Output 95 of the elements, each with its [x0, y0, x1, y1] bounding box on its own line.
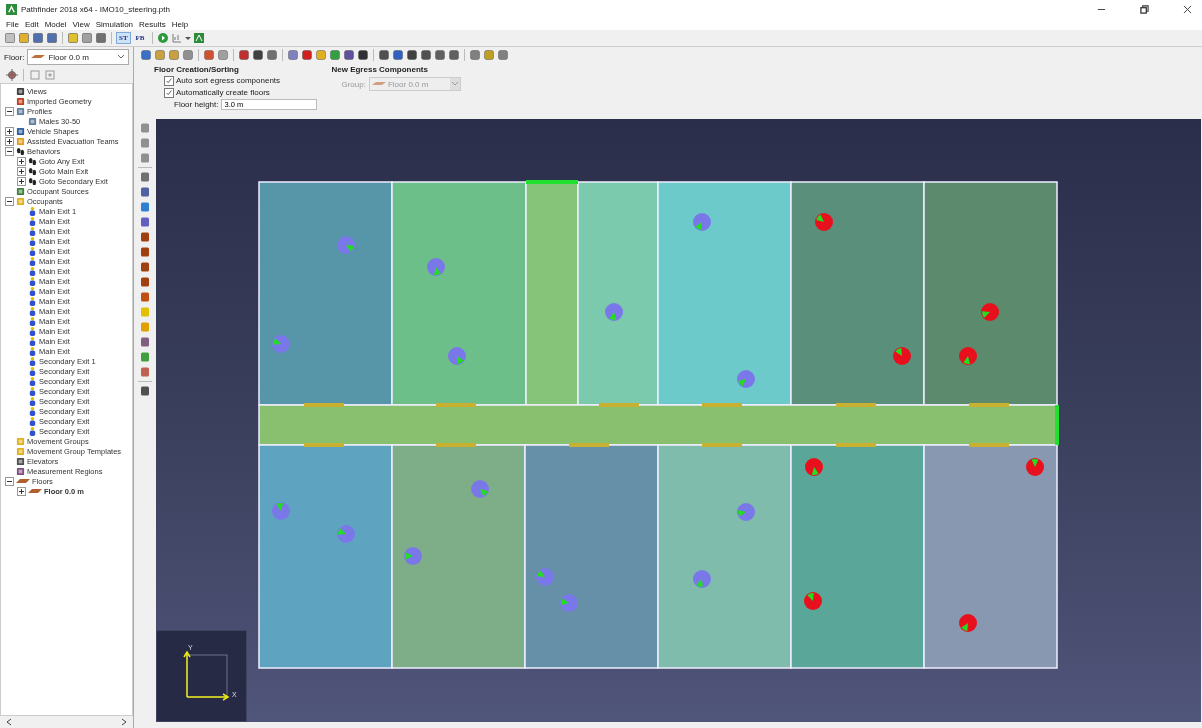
- section-title: Floor Creation/Sorting: [154, 65, 240, 74]
- occupant-marker[interactable]: [471, 480, 489, 498]
- floor-dropdown[interactable]: Floor 0.0 m: [27, 49, 129, 65]
- occupant-icon: [28, 316, 37, 326]
- occupant-marker[interactable]: [337, 236, 355, 254]
- occupant-marker[interactable]: [404, 547, 422, 565]
- occupant-icon: [28, 306, 37, 316]
- occupant-marker[interactable]: [1026, 458, 1044, 476]
- occupant-marker[interactable]: [805, 458, 823, 476]
- expand-toggle-icon[interactable]: [5, 126, 14, 136]
- collapse-toggle-icon[interactable]: [5, 476, 14, 486]
- occupant-icon: [28, 256, 37, 266]
- checkbox[interactable]: [164, 75, 174, 86]
- occupant-marker[interactable]: [815, 213, 833, 231]
- footprints-icon: [28, 176, 37, 186]
- collapse-toggle-icon[interactable]: [5, 146, 14, 156]
- occupant-icon: [28, 266, 37, 276]
- occupant-icon: [28, 286, 37, 296]
- occupant-marker[interactable]: [959, 614, 977, 632]
- floor-height-label: Floor height:: [174, 100, 219, 109]
- occupant-marker[interactable]: [605, 303, 623, 321]
- occupant-icon: [28, 276, 37, 286]
- menu-item[interactable]: Results: [139, 19, 166, 29]
- menu-item[interactable]: Simulation: [95, 19, 134, 29]
- floor-icon: [16, 477, 30, 485]
- occupant-icon: [28, 366, 37, 376]
- app-logo-icon: [6, 3, 17, 15]
- occupant-marker[interactable]: [959, 347, 977, 365]
- close-icon[interactable]: [1183, 4, 1192, 14]
- occupant-marker[interactable]: [737, 370, 755, 388]
- caret-icon: [450, 81, 459, 87]
- occupant-marker[interactable]: [893, 347, 911, 365]
- footprints-icon: [16, 146, 25, 156]
- restore-icon[interactable]: [1140, 4, 1149, 14]
- occupant-marker[interactable]: [448, 347, 466, 365]
- collapse-toggle-icon[interactable]: [5, 196, 14, 206]
- occupant-icon: [28, 336, 37, 346]
- occupant-marker[interactable]: [427, 258, 445, 276]
- group-label: Group:: [341, 79, 366, 89]
- results-icon[interactable]: [192, 32, 205, 44]
- occupant-icon: [28, 426, 37, 436]
- floor-label: Floor:: [4, 52, 25, 62]
- occupant-marker[interactable]: [737, 503, 755, 521]
- occupant-icon: [28, 216, 37, 226]
- occupant-marker[interactable]: [693, 213, 711, 231]
- footprints-icon: [28, 166, 37, 176]
- play-icon[interactable]: [156, 32, 169, 44]
- occupant-marker[interactable]: [981, 303, 999, 321]
- occupant-marker[interactable]: [560, 594, 578, 612]
- expand-toggle-icon[interactable]: [17, 166, 26, 176]
- grid-frame: [186, 654, 228, 698]
- footprints-icon: [28, 156, 37, 166]
- occupant-icon: [28, 356, 37, 366]
- occupant-marker[interactable]: [693, 570, 711, 588]
- expand-toggle-icon[interactable]: [5, 136, 14, 146]
- occupant-icon: [28, 416, 37, 426]
- section-title: New Egress Components: [331, 65, 429, 74]
- occupant-icon: [28, 326, 37, 336]
- occupant-icon: [28, 226, 37, 236]
- occupant-icon: [28, 236, 37, 246]
- occupant-icon: [28, 376, 37, 386]
- expand-toggle-icon[interactable]: [17, 486, 26, 496]
- checkbox-label: Automatically create floors: [176, 88, 270, 97]
- caret-icon[interactable]: [184, 35, 191, 41]
- occupant-icon: [28, 396, 37, 406]
- occupant-icon: [28, 386, 37, 396]
- floor-icon: [371, 81, 386, 87]
- menu-item[interactable]: Edit: [24, 19, 39, 29]
- menu-item[interactable]: Model: [44, 19, 67, 29]
- occupant-icon: [28, 296, 37, 306]
- caret-icon: [117, 54, 125, 60]
- x-axis-arrow: [186, 693, 230, 701]
- window-title: Pathfinder 2018 x64 - IMO10_steering.pth: [21, 4, 170, 14]
- occupant-icon: [28, 246, 37, 256]
- floor-icon: [28, 487, 42, 495]
- scroll-right-icon[interactable]: [121, 718, 127, 726]
- checkbox[interactable]: [164, 87, 174, 98]
- occupant-marker[interactable]: [272, 335, 290, 353]
- occupant-icon: [28, 346, 37, 356]
- occupant-marker[interactable]: [536, 568, 554, 586]
- checkbox-label: Auto sort egress components: [176, 76, 281, 85]
- occupant-icon: [28, 206, 37, 216]
- occupant-marker[interactable]: [804, 592, 822, 610]
- occupant-marker[interactable]: [272, 502, 290, 520]
- occupant-marker[interactable]: [337, 525, 355, 543]
- expand-toggle-icon[interactable]: [17, 176, 26, 186]
- menu-item[interactable]: Help: [171, 19, 189, 29]
- collapse-toggle-icon[interactable]: [5, 106, 14, 116]
- menu-item[interactable]: File: [6, 19, 19, 29]
- occupant-icon: [28, 406, 37, 416]
- floor-icon: [31, 54, 46, 60]
- expand-toggle-icon[interactable]: [17, 156, 26, 166]
- scroll-left-icon[interactable]: [6, 718, 12, 726]
- y-axis-arrow: [183, 650, 191, 698]
- menu-item[interactable]: View: [72, 19, 90, 29]
